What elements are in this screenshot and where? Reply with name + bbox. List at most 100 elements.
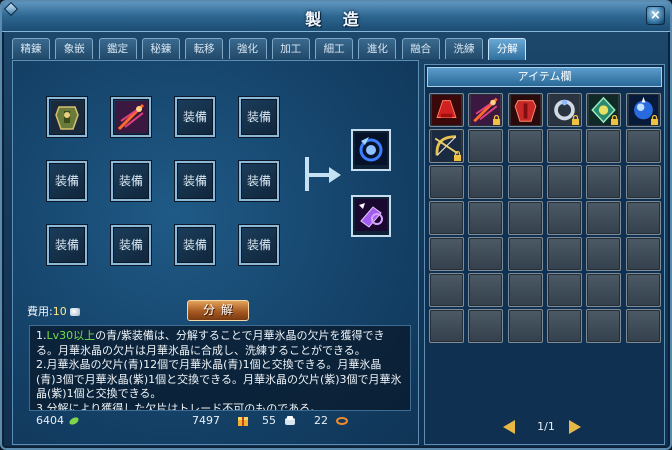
equip-slot[interactable]: 装備 [239, 97, 279, 137]
inventory-slot[interactable] [625, 309, 661, 343]
inventory-slot[interactable] [586, 129, 622, 163]
inventory-slot[interactable] [507, 93, 543, 127]
inventory-slot[interactable] [625, 165, 661, 199]
inventory-slot[interactable] [507, 237, 543, 271]
level-highlight: Lv30以上 [46, 329, 96, 342]
inventory-slot[interactable] [429, 93, 464, 127]
title-bar[interactable]: 製 造 × [2, 2, 670, 32]
tab-3[interactable]: 秘錬 [141, 38, 180, 59]
equip-slot[interactable]: 装備 [175, 97, 215, 137]
tab-0[interactable]: 精錬 [12, 38, 50, 59]
inventory-slot[interactable] [468, 201, 504, 235]
inventory-slot[interactable] [429, 237, 464, 271]
inventory-slot[interactable] [586, 273, 622, 307]
pagination: 1/1 [503, 418, 593, 436]
equip-slot-label: 装備 [54, 238, 79, 252]
inventory-slot[interactable] [507, 165, 543, 199]
inventory-slot[interactable] [546, 93, 582, 127]
inventory-slot[interactable] [468, 309, 504, 343]
tab-8[interactable]: 進化 [358, 38, 397, 59]
description-line-1: 1.Lv30以上の青/紫装備は、分解することで月華氷晶の欠片を獲得できる。月華氷… [36, 329, 385, 357]
tab-6[interactable]: 加工 [271, 38, 310, 59]
equip-slot[interactable]: 装備 [239, 161, 279, 201]
equip-slot[interactable]: 装備 [111, 161, 151, 201]
inventory-slot[interactable] [468, 93, 504, 127]
equip-slot-label: 装備 [182, 238, 207, 252]
inventory-slot[interactable] [507, 273, 543, 307]
inventory-slot[interactable] [546, 237, 582, 271]
equip-slot[interactable]: 装備 [47, 161, 87, 201]
decompose-button[interactable]: 分解 [187, 300, 249, 321]
prev-page-arrow-icon[interactable] [503, 420, 515, 434]
tab-4[interactable]: 転移 [185, 38, 224, 59]
rune-weapon-icon [115, 101, 147, 133]
inventory-slot[interactable] [546, 201, 582, 235]
equip-slot[interactable] [111, 97, 151, 137]
tab-5[interactable]: 強化 [228, 38, 267, 59]
equip-slot-label: 装備 [246, 174, 271, 188]
equip-slot[interactable]: 装備 [175, 225, 215, 265]
red-gloves-icon [431, 95, 462, 125]
inventory-slot[interactable] [429, 129, 464, 163]
tab-2[interactable]: 鑑定 [98, 38, 137, 59]
inventory-slot[interactable] [429, 309, 464, 343]
gold-amount: 6404 [36, 414, 64, 427]
token-amount: 22 [314, 414, 328, 427]
inventory-slot[interactable] [586, 309, 622, 343]
inventory-slot[interactable] [429, 273, 464, 307]
close-button[interactable]: × [646, 6, 665, 25]
inventory-slot[interactable] [625, 273, 661, 307]
equip-slot[interactable] [47, 97, 87, 137]
points-amount: 7497 [192, 414, 220, 427]
inventory-slot[interactable] [625, 237, 661, 271]
equip-slot[interactable]: 装備 [47, 225, 87, 265]
tab-7[interactable]: 細工 [315, 38, 354, 59]
inventory-slot[interactable] [429, 201, 464, 235]
inventory-slot[interactable] [625, 201, 661, 235]
inventory-slot[interactable] [468, 237, 504, 271]
inventory-slot[interactable] [625, 129, 661, 163]
equip-slot[interactable]: 装備 [111, 225, 151, 265]
inventory-slot[interactable] [429, 165, 464, 199]
lock-icon [493, 115, 501, 125]
armor-icon [51, 101, 83, 133]
equip-slot-label: 装備 [182, 174, 207, 188]
fee-label: 費用: [27, 305, 53, 318]
tab-9[interactable]: 融合 [401, 38, 440, 59]
inventory-slot[interactable] [507, 129, 543, 163]
crafting-window: 製 造 × 精錬 象嵌 鑑定 秘錬 転移 強化 加工 細工 進化 融合 洗練 分解 装備 装備 装備 装備装… [0, 0, 672, 450]
inventory-slot[interactable] [586, 93, 622, 127]
equip-slot-label: 装備 [246, 238, 271, 252]
output-slot-blue[interactable] [351, 129, 391, 171]
next-page-arrow-icon[interactable] [569, 420, 581, 434]
inventory-slot[interactable] [625, 93, 661, 127]
description-box: 1.Lv30以上の青/紫装備は、分解することで月華氷晶の欠片を獲得できる。月華氷… [29, 325, 411, 411]
inventory-slot[interactable] [507, 201, 543, 235]
lock-icon [650, 115, 658, 125]
inventory-slot[interactable] [468, 129, 504, 163]
inventory-slot[interactable] [546, 129, 582, 163]
tab-1[interactable]: 象嵌 [55, 38, 94, 59]
inventory-slot[interactable] [586, 237, 622, 271]
inventory-slot[interactable] [507, 309, 543, 343]
tab-11[interactable]: 分解 [488, 38, 527, 60]
blue-crystal-fragment-icon [355, 133, 387, 165]
description-line-2: 2.月華氷晶の欠片(青)12個で月華氷晶(青)1個と交換できる。月華氷晶(青)3… [36, 358, 402, 400]
equip-slot-label: 装備 [118, 174, 143, 188]
silver-coin-icon [69, 308, 80, 316]
lock-icon [611, 115, 619, 125]
inventory-slot[interactable] [546, 165, 582, 199]
inventory-slot[interactable] [546, 309, 582, 343]
inventory-slot[interactable] [546, 273, 582, 307]
equip-slot[interactable]: 装備 [175, 161, 215, 201]
inventory-slot[interactable] [586, 201, 622, 235]
output-slot-purple[interactable] [351, 195, 391, 237]
inventory-slot[interactable] [468, 165, 504, 199]
inventory-slot[interactable] [468, 273, 504, 307]
page-indicator: 1/1 [537, 420, 555, 433]
description-line-3: 3.分解により獲得した欠片はトレード不可のものである。 [36, 401, 322, 411]
equip-slot[interactable]: 装備 [239, 225, 279, 265]
equip-slot-label: 装備 [246, 110, 271, 124]
inventory-slot[interactable] [586, 165, 622, 199]
tab-10[interactable]: 洗練 [445, 38, 483, 59]
